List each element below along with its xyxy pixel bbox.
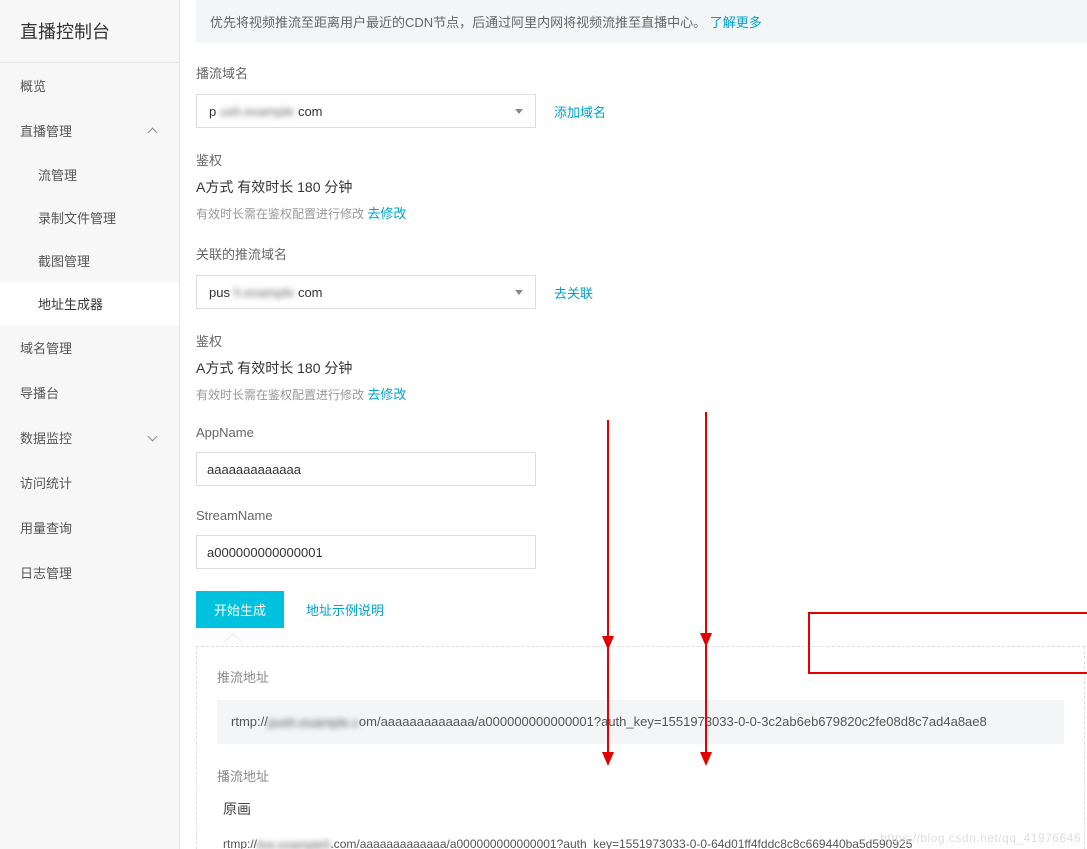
auth-label-1: 鉴权	[196, 150, 1087, 169]
auth-label-2: 鉴权	[196, 331, 1087, 350]
add-domain-link[interactable]: 添加域名	[554, 102, 606, 121]
sidebar-sub-record-files[interactable]: 录制文件管理	[0, 196, 179, 239]
caret-down-icon	[515, 109, 523, 114]
main-content: 优先将视频推流至距离用户最近的CDN节点，后通过阿里内网将视频流推至直播中心。 …	[180, 0, 1087, 849]
sidebar-item-overview[interactable]: 概览	[0, 63, 179, 108]
auth-method-2: A方式 有效时长 180 分钟	[196, 358, 1087, 378]
unlink-link[interactable]: 去关联	[554, 283, 593, 302]
play-domain-label: 播流域名	[196, 63, 1087, 82]
push-url-label: 推流地址	[217, 667, 1064, 686]
info-banner: 优先将视频推流至距离用户最近的CDN节点，后通过阿里内网将视频流推至直播中心。 …	[196, 0, 1087, 43]
learn-more-link[interactable]: 了解更多	[710, 15, 762, 30]
sidebar-menu: 概览 直播管理 流管理 录制文件管理 截图管理 地址生成器 域名管理 导播台 数…	[0, 63, 179, 595]
appname-label: AppName	[196, 425, 1087, 440]
sidebar-item-director[interactable]: 导播台	[0, 370, 179, 415]
sidebar-sub-snapshot-manage[interactable]: 截图管理	[0, 239, 179, 282]
sidebar-sub-stream-manage[interactable]: 流管理	[0, 153, 179, 196]
sidebar-item-log-manage[interactable]: 日志管理	[0, 550, 179, 595]
caret-down-icon	[515, 290, 523, 295]
modify-auth-link-2[interactable]: 去修改	[367, 387, 406, 402]
auth-hint-2: 有效时长需在鉴权配置进行修改 去修改	[196, 384, 1087, 403]
push-domain-label: 关联的推流域名	[196, 244, 1087, 263]
sidebar-item-data-monitor[interactable]: 数据监控	[0, 415, 179, 460]
generate-button[interactable]: 开始生成	[196, 591, 284, 628]
sidebar: 直播控制台 概览 直播管理 流管理 录制文件管理 截图管理 地址生成器 域名管理…	[0, 0, 180, 849]
sidebar-item-usage-query[interactable]: 用量查询	[0, 505, 179, 550]
pointer-triangle-icon	[224, 633, 242, 642]
chevron-down-icon	[147, 432, 159, 444]
auth-hint-1: 有效时长需在鉴权配置进行修改 去修改	[196, 203, 1087, 222]
sidebar-item-domain-manage[interactable]: 域名管理	[0, 325, 179, 370]
example-link[interactable]: 地址示例说明	[306, 600, 384, 619]
sidebar-item-live-manage[interactable]: 直播管理	[0, 108, 179, 153]
sidebar-item-access-stats[interactable]: 访问统计	[0, 460, 179, 505]
streamname-input[interactable]	[196, 535, 536, 569]
push-domain-select[interactable]: push.examplecom	[196, 275, 536, 309]
appname-input[interactable]	[196, 452, 536, 486]
chevron-up-icon	[147, 125, 159, 137]
result-panel: 推流地址 rtmp://push.example.com/aaaaaaaaaaa…	[196, 646, 1085, 849]
play-url-rtmp[interactable]: rtmp://live.example5.com/aaaaaaaaaaaaa/a…	[223, 837, 1064, 849]
sidebar-title: 直播控制台	[0, 0, 179, 63]
push-url-value[interactable]: rtmp://push.example.com/aaaaaaaaaaaaa/a0…	[217, 700, 1064, 744]
original-quality-label: 原画	[223, 799, 1064, 819]
modify-auth-link-1[interactable]: 去修改	[367, 206, 406, 221]
streamname-label: StreamName	[196, 508, 1087, 523]
auth-method-1: A方式 有效时长 180 分钟	[196, 177, 1087, 197]
play-domain-select[interactable]: push.examplecom	[196, 94, 536, 128]
sidebar-sub-url-generator[interactable]: 地址生成器	[0, 282, 179, 325]
play-url-label: 播流地址	[217, 766, 1064, 785]
